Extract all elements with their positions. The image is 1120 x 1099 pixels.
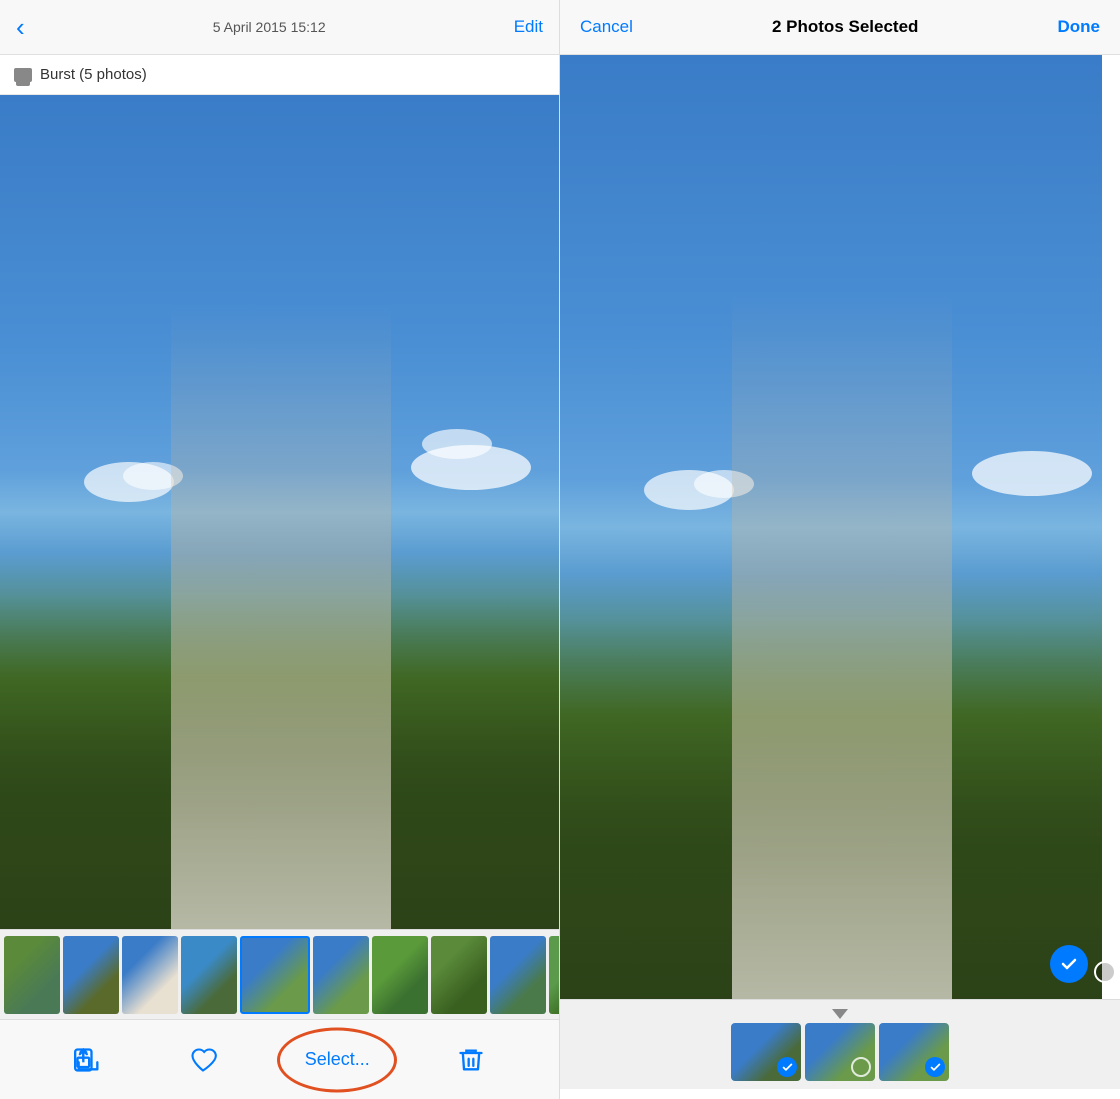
thumbnail-5-selected[interactable] <box>240 936 310 1014</box>
thumbnail-1[interactable] <box>4 936 60 1014</box>
share-icon <box>74 1046 102 1074</box>
photo-selected-checkmark[interactable] <box>1050 945 1088 983</box>
select-button[interactable]: Select... <box>305 1049 370 1070</box>
thumbnail-9[interactable] <box>490 936 546 1014</box>
thumb-checkmark-icon-1 <box>782 1062 793 1073</box>
photo-background <box>0 95 559 929</box>
checkmark-icon <box>1059 954 1079 974</box>
thumbnail-6[interactable] <box>313 936 369 1014</box>
favorite-button[interactable] <box>189 1046 217 1074</box>
bottom-spacer <box>560 1089 1120 1099</box>
right-photo-background <box>560 55 1120 999</box>
left-header: ‹ 5 April 2015 15:12 Edit <box>0 0 559 55</box>
left-main-photo[interactable] <box>0 95 559 929</box>
thumb-check-1 <box>777 1057 797 1077</box>
selection-indicator-arrow <box>832 1009 848 1019</box>
thumbnail-8[interactable] <box>431 936 487 1014</box>
thumbnail-10[interactable] <box>549 936 559 1014</box>
selection-thumb-2[interactable] <box>805 1023 875 1081</box>
right-bottom-selection-strip <box>560 999 1120 1089</box>
thumb-checkmark-icon-3 <box>930 1062 941 1073</box>
burst-label-row: Burst (5 photos) <box>0 55 559 95</box>
partial-select-indicator[interactable] <box>1094 961 1116 983</box>
selection-thumb-3[interactable] <box>879 1023 949 1081</box>
thumbnail-4[interactable] <box>181 936 237 1014</box>
burst-icon <box>14 68 32 82</box>
thumbnail-2[interactable] <box>63 936 119 1014</box>
trash-icon <box>457 1046 485 1074</box>
selection-thumb-1[interactable] <box>731 1023 801 1081</box>
left-toolbar: Select... <box>0 1019 559 1099</box>
burst-label-text: Burst (5 photos) <box>40 66 147 83</box>
right-edge-strip <box>1102 55 1120 999</box>
select-label: Select... <box>305 1049 370 1070</box>
done-button[interactable]: Done <box>1057 17 1100 37</box>
share-button[interactable] <box>74 1046 102 1074</box>
back-button[interactable]: ‹ <box>16 14 25 40</box>
thumb-check-3 <box>925 1057 945 1077</box>
edit-button[interactable]: Edit <box>514 17 543 37</box>
cancel-button[interactable]: Cancel <box>580 17 633 37</box>
thumbnail-strip[interactable] <box>0 929 559 1019</box>
thumbnail-7[interactable] <box>372 936 428 1014</box>
right-header: Cancel 2 Photos Selected Done <box>560 0 1120 55</box>
left-panel: ‹ 5 April 2015 15:12 Edit Burst (5 photo… <box>0 0 560 1099</box>
selection-count-title: 2 Photos Selected <box>772 17 918 37</box>
right-main-photo[interactable] <box>560 55 1120 999</box>
right-panel: Cancel 2 Photos Selected Done <box>560 0 1120 1099</box>
heart-icon <box>189 1046 217 1074</box>
delete-button[interactable] <box>457 1046 485 1074</box>
photo-date-title: 5 April 2015 15:12 <box>37 19 502 35</box>
thumb-check-2-empty <box>851 1057 871 1077</box>
thumbnail-3[interactable] <box>122 936 178 1014</box>
selection-thumbnail-row[interactable] <box>721 1023 959 1081</box>
